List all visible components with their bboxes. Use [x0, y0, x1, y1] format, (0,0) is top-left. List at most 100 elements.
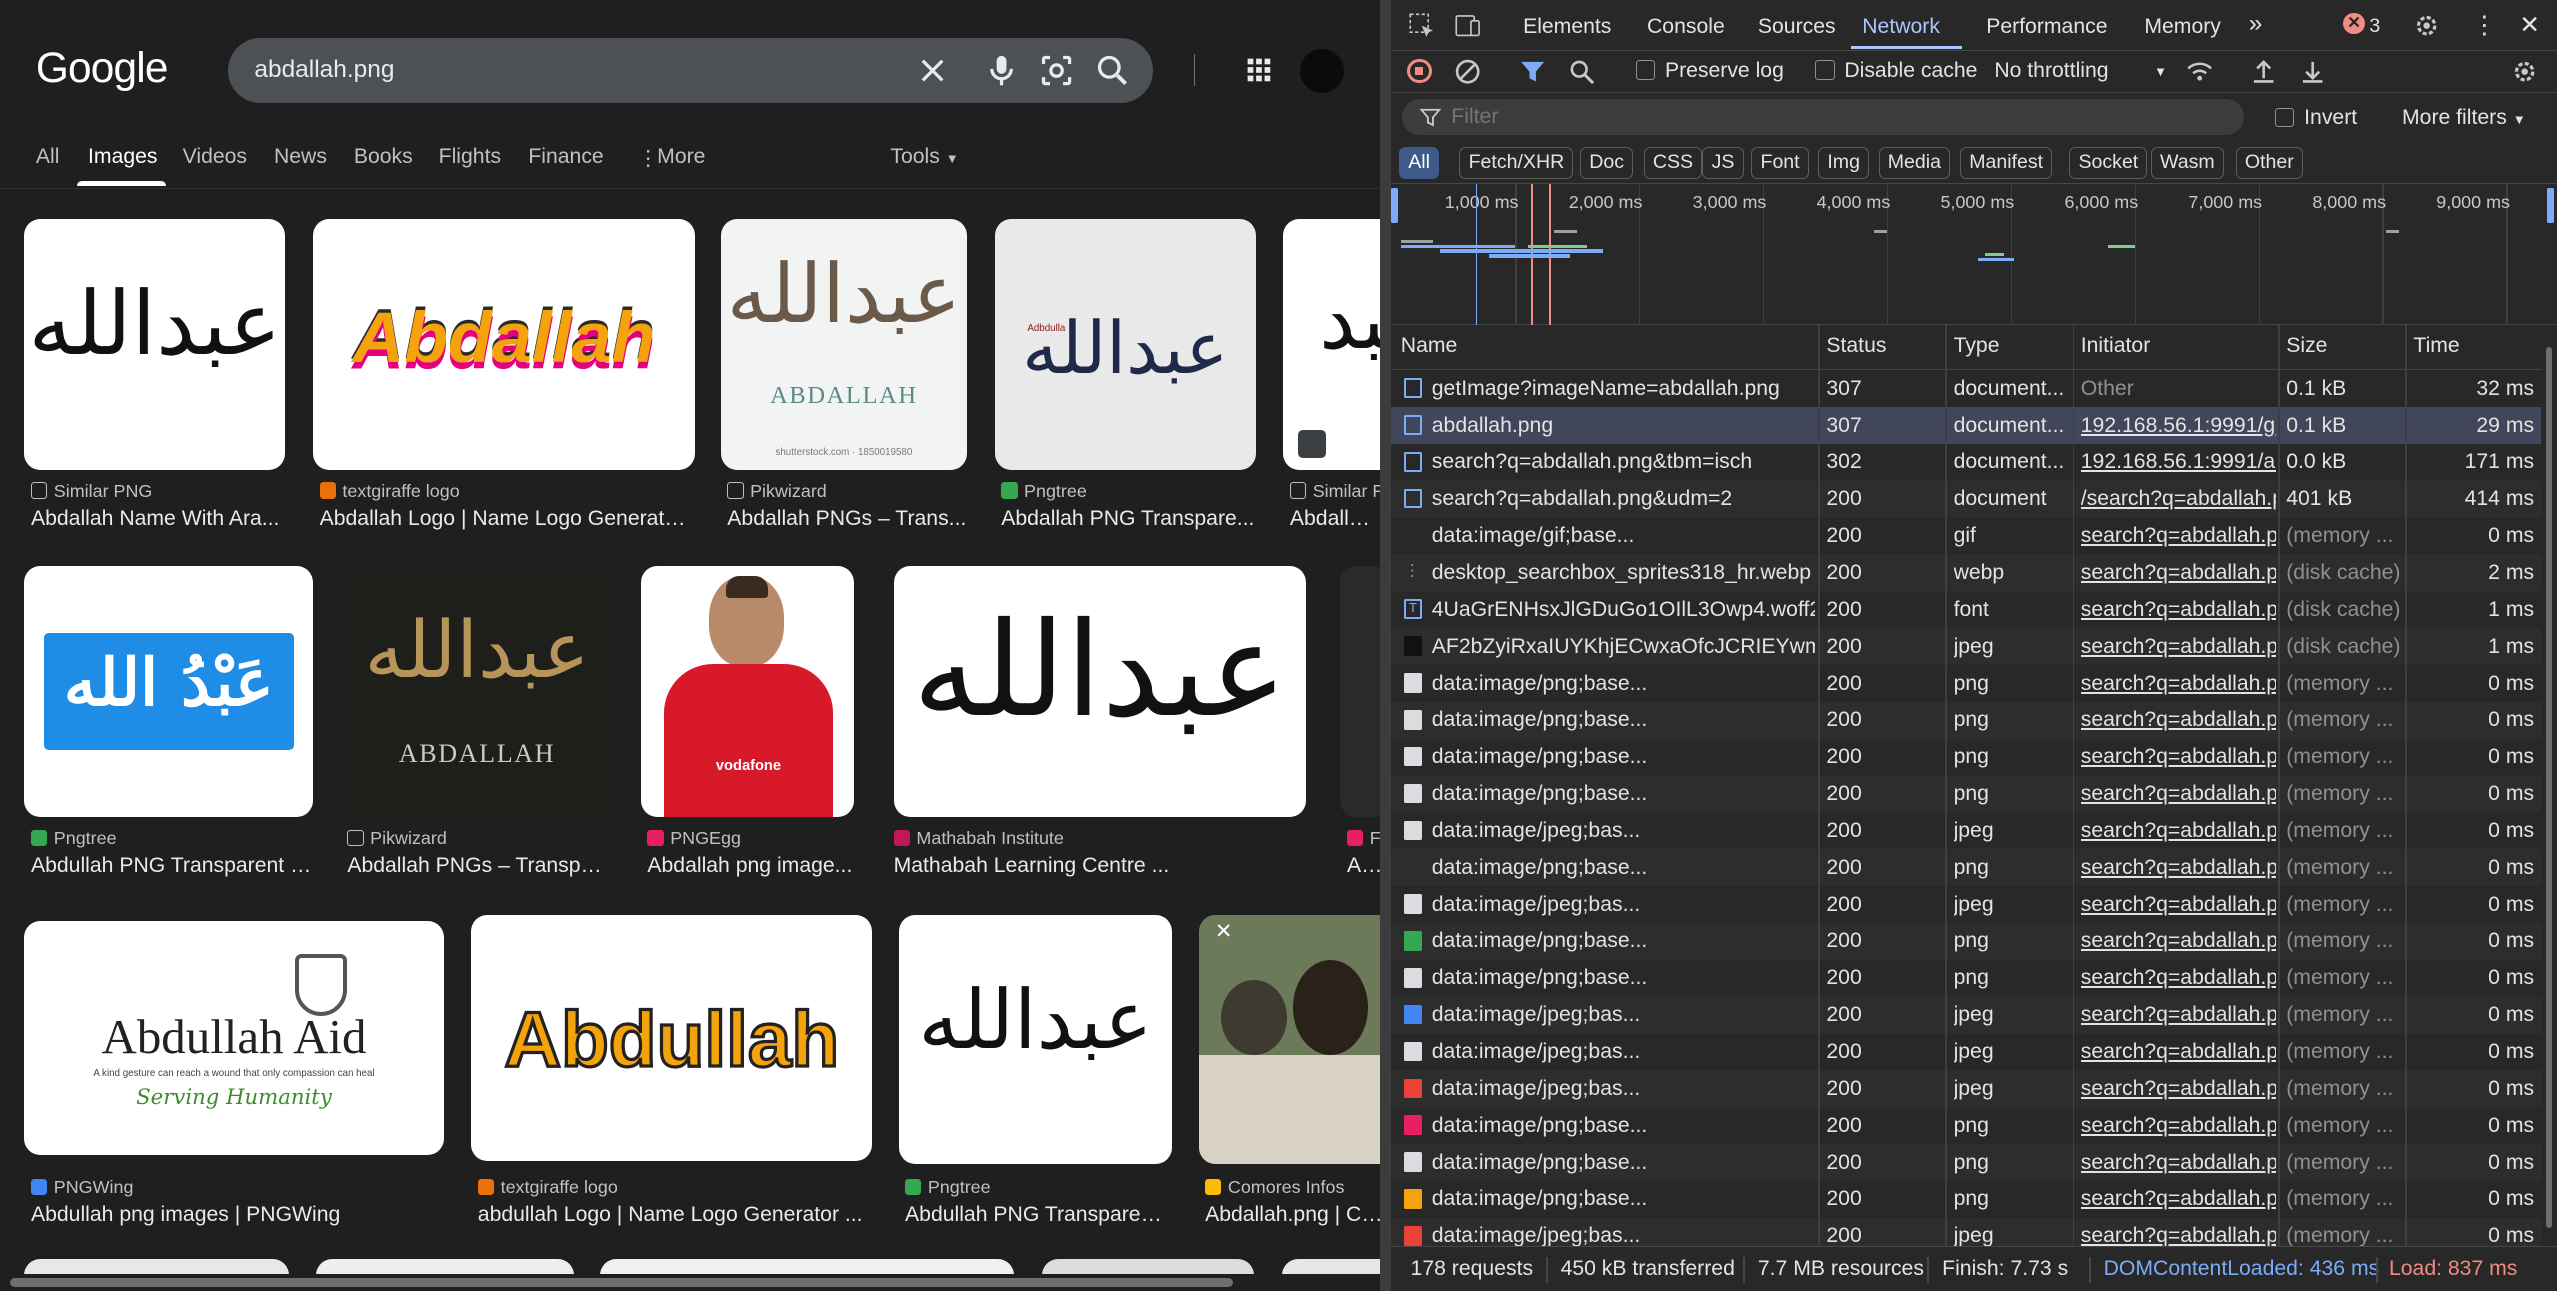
result-thumbnail[interactable]: ✕	[1198, 914, 1380, 1165]
result-source[interactable]: Pngtree	[30, 828, 313, 849]
tab-more[interactable]: More	[657, 145, 705, 169]
cell-initiator[interactable]: 192.168.56.1:9991/ge	[2081, 414, 2277, 438]
inspect-element-icon[interactable]	[1407, 11, 1436, 40]
clear-icon[interactable]	[913, 51, 952, 90]
result-title[interactable]: Abdullah PNG Transparent...	[905, 1203, 1172, 1227]
tab-images[interactable]: Images	[88, 145, 157, 169]
type-filter-manifest[interactable]: Manifest	[1960, 146, 2053, 180]
result-source[interactable]: PNGEgg	[647, 828, 854, 849]
cell-initiator[interactable]: search?q=abdallah.pr	[2081, 1040, 2277, 1064]
request-row[interactable]: data:image/png;base... 200 png search?q=abd…	[1391, 1107, 2541, 1144]
clear-log-icon[interactable]	[1453, 57, 1482, 86]
network-overview-timeline[interactable]: 1,000 ms 2,000 ms 3,000 ms 4,000 ms 5,00…	[1390, 184, 2557, 325]
result-thumbnail[interactable]	[1340, 565, 1380, 817]
col-size[interactable]: Size	[2286, 334, 2327, 358]
cell-initiator[interactable]: search?q=abdallah.pr	[2081, 1187, 2277, 1211]
close-devtools-icon[interactable]: ✕	[2519, 10, 2540, 40]
result-thumbnail[interactable]: Abdallah	[313, 218, 695, 470]
result-thumbnail[interactable]: Abdullah Aid A kind gesture can reach a …	[24, 921, 444, 1155]
result-title[interactable]: Abdallah.png | Com	[1205, 1203, 1379, 1227]
scrollbar-thumb[interactable]	[2545, 347, 2553, 1228]
cell-initiator[interactable]: search?q=abdallah.pr	[2081, 524, 2277, 548]
tab-all[interactable]: All	[36, 145, 60, 169]
request-row[interactable]: data:image/png;base... 200 png search?q=abd…	[1391, 1181, 2541, 1218]
lens-icon[interactable]	[1037, 51, 1076, 90]
result-title[interactable]: abdullah Logo | Name Logo Generator ...	[478, 1203, 873, 1227]
network-conditions-icon[interactable]	[2185, 57, 2214, 86]
tools-button[interactable]: Tools ▼	[890, 145, 958, 169]
throttling-select[interactable]: No throttling ▼	[1994, 59, 2167, 83]
cell-initiator[interactable]: search?q=abdallah.pr	[2081, 598, 2277, 622]
cell-initiator[interactable]: search?q=abdallah.pr	[2081, 708, 2277, 732]
result-title[interactable]: Abdallah l	[1290, 507, 1380, 531]
result-source[interactable]: Comores Infos	[1205, 1177, 1379, 1198]
result-source[interactable]: Pikwizard	[347, 828, 613, 849]
request-row[interactable]: data:image/png;base... 200 png search?q=abd…	[1390, 849, 2541, 887]
result-source[interactable]: Pngtree	[1001, 481, 1255, 502]
request-row[interactable]: search?q=abdallah.png&udm=2 200 document/s…	[1390, 480, 2541, 518]
table-vertical-scrollbar[interactable]	[2540, 324, 2557, 1246]
request-row[interactable]: abdallah.png 307 document... 192.168.56.1:9…	[1390, 407, 2541, 444]
request-row[interactable]: search?q=abdallah.png&tbm=isch 302 documen…	[1391, 444, 2541, 481]
record-stop-icon[interactable]	[1407, 58, 1432, 84]
result-thumbnail[interactable]: عبدالله ABDALLAH shutterstock.com · 1850…	[720, 218, 967, 470]
request-row[interactable]: data:image/png;base... 200 png search?q=abd…	[1391, 665, 2541, 702]
tab-elements[interactable]: Elements	[1523, 15, 1611, 39]
tab-news[interactable]: News	[274, 145, 327, 169]
type-filter-all[interactable]: All	[1399, 146, 1440, 180]
close-icon[interactable]: ✕	[1215, 918, 1233, 944]
cell-initiator[interactable]: search?q=abdallah.pr	[2081, 1077, 2277, 1101]
network-settings-gear-icon[interactable]	[2510, 57, 2539, 86]
overview-handle-left[interactable]	[1390, 187, 1398, 224]
col-time[interactable]: Time	[2413, 334, 2459, 358]
microphone-icon[interactable]	[982, 51, 1021, 90]
col-name[interactable]: Name	[1401, 334, 1458, 358]
result-thumbnail[interactable]: عبدالله	[898, 914, 1173, 1165]
col-status[interactable]: Status	[1826, 334, 1886, 358]
error-count[interactable]: 3	[2369, 15, 2380, 38]
request-row[interactable]: data:image/jpeg;bas... 200 jpeg search?q=ab…	[1391, 886, 2541, 923]
tab-console[interactable]: Console	[1647, 15, 1725, 39]
devtools-splitter[interactable]	[1379, 0, 1391, 1291]
request-row[interactable]: data:image/png;base... 200 png search?q=abd…	[1390, 701, 2541, 739]
scrollbar-thumb[interactable]	[9, 1278, 1233, 1287]
cell-initiator[interactable]: 192.168.56.1:9991/ab	[2081, 450, 2277, 474]
col-initiator[interactable]: Initiator	[2081, 334, 2150, 358]
type-filter-doc[interactable]: Doc	[1580, 146, 1634, 180]
disable-cache-label[interactable]: Disable cache	[1844, 59, 1977, 83]
type-filter-js[interactable]: JS	[1702, 146, 1744, 180]
cell-initiator[interactable]: search?q=abdallah.pr	[2081, 1114, 2277, 1138]
cell-initiator[interactable]: search?q=abdallah.pr	[2081, 1224, 2277, 1246]
search-icon[interactable]	[1093, 51, 1132, 90]
google-logo[interactable]: Google	[36, 44, 169, 92]
result-source[interactable]: textgiraffe logo	[319, 481, 695, 502]
disable-cache-checkbox[interactable]	[1814, 60, 1835, 80]
result-title[interactable]: Abdullah png images | PNGWing	[31, 1203, 444, 1227]
result-source[interactable]: Similar F	[1289, 481, 1380, 502]
request-row[interactable]: data:image/jpeg;bas... 200 jpeg search?q=ab…	[1391, 812, 2541, 849]
type-filter-css[interactable]: CSS	[1643, 146, 1703, 180]
more-icon[interactable]: ⋮	[638, 145, 659, 171]
device-toolbar-icon[interactable]	[1453, 11, 1482, 40]
tab-flights[interactable]: Flights	[439, 145, 501, 169]
result-title[interactable]: Abdallah PNG Transpare...	[1001, 507, 1255, 531]
cell-initiator[interactable]: search?q=abdallah.pr	[2081, 929, 2277, 953]
request-row[interactable]: data:image/png;base... 200 png search?q=abd…	[1390, 922, 2541, 960]
tab-sources[interactable]: Sources	[1758, 15, 1836, 39]
invert-label[interactable]: Invert	[2304, 106, 2357, 130]
result-source[interactable]: Pngtree	[905, 1177, 1172, 1198]
tab-books[interactable]: Books	[354, 145, 413, 169]
tab-memory[interactable]: Memory	[2144, 15, 2221, 39]
search-icon[interactable]	[1567, 57, 1596, 86]
type-filter-socket[interactable]: Socket	[2069, 146, 2148, 180]
result-title[interactable]: Abdullah PNG Transparent I...	[31, 854, 313, 878]
result-thumbnail[interactable]: عَبْدُ الله	[24, 565, 314, 817]
result-source[interactable]: textgiraffe logo	[477, 1177, 873, 1198]
request-row[interactable]: data:image/png;base... 200 png search?q=abd…	[1391, 739, 2541, 776]
cell-initiator[interactable]: search?q=abdallah.pr	[2081, 893, 2277, 917]
result-title[interactable]: Mathabah Learning Centre ...	[894, 854, 1307, 878]
cell-initiator[interactable]: search?q=abdallah.pr	[2081, 672, 2277, 696]
tab-videos[interactable]: Videos	[183, 145, 247, 169]
cell-initiator[interactable]: search?q=abdallah.pr	[2081, 966, 2277, 990]
result-thumbnail[interactable]: vodafone	[640, 565, 855, 817]
